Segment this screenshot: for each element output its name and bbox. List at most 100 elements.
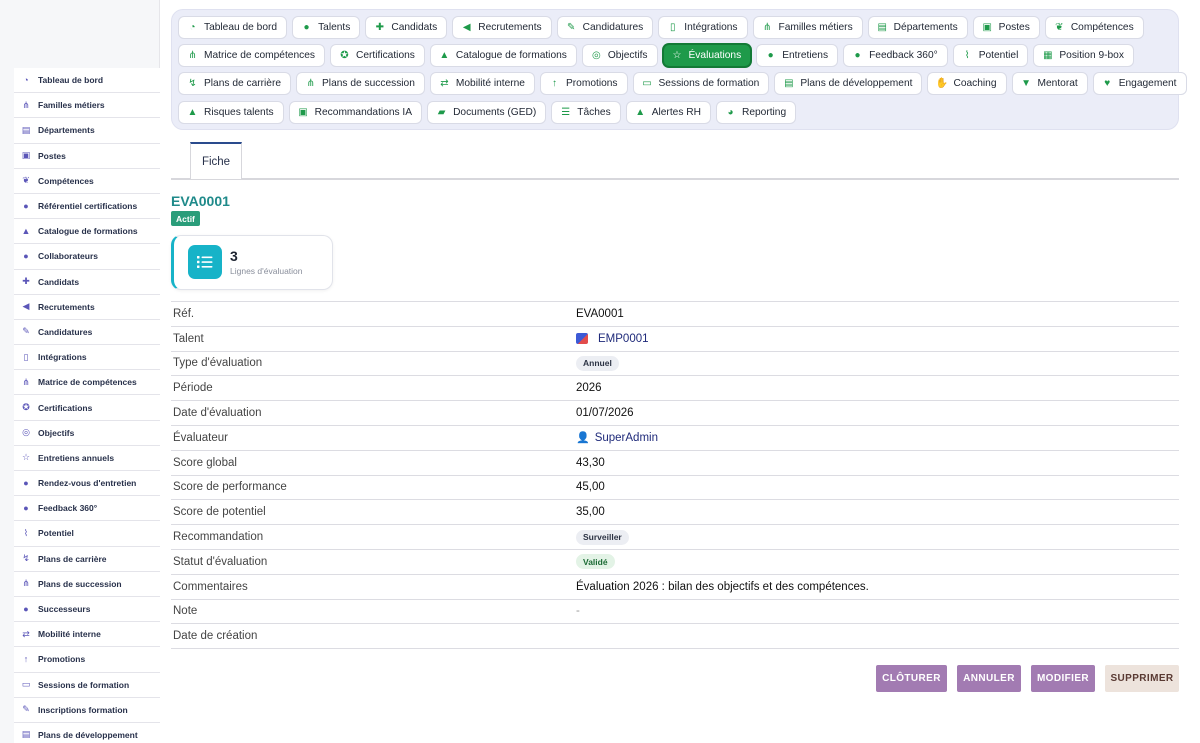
sidebar-item-int-grations[interactable]: ▯ Intégrations [14,345,160,371]
module-matrice-de-competences-button[interactable]: ⋔ Matrice de compétences [178,44,325,68]
module-taches-button[interactable]: ☰ Tâches [551,100,621,124]
delete-button[interactable]: SUPPRIMER [1105,665,1179,692]
module-label: Mobilité interne [455,78,525,90]
star-icon: ☆ [21,452,31,463]
sidebar-item-feedback-360[interactable]: ● Feedback 360° [14,496,160,522]
detail-row: Score global 43,30 [171,451,1179,476]
module-reporting-button[interactable]: ◕ Reporting [715,100,797,124]
users-icon: ● [23,604,29,615]
sidebar-item-d-partements[interactable]: ▤ Départements [14,118,160,144]
tab-fiche[interactable]: Fiche [190,142,242,179]
sidebar-item-label: Départements [38,125,95,136]
sidebar-item-candidatures[interactable]: ✎ Candidatures [14,319,160,346]
module-coaching-button[interactable]: ✋ Coaching [927,72,1007,96]
edit-button[interactable]: MODIFIER [1031,665,1095,692]
detail-row: Score de potentiel 35,00 [171,500,1179,526]
sidebar-item-plans-de-succession[interactable]: ⋔ Plans de succession [14,571,160,597]
sidebar-item-plans-de-d-veloppement[interactable]: ▤ Plans de développement [14,722,160,743]
sidebar-item-promotions[interactable]: ↑ Promotions [14,647,160,673]
sidebar-item-potentiel[interactable]: ⌇ Potentiel [14,521,160,547]
talent-link[interactable]: EMP0001 [598,333,649,345]
module-label: Documents (GED) [453,106,537,118]
cancel-button[interactable]: ANNULER [957,665,1021,692]
sidebar-item-entretiens-annuels[interactable]: ☆ Entretiens annuels [14,445,160,471]
sidebar-item-mobilit-interne[interactable]: ⇄ Mobilité interne [14,622,160,648]
sidebar-item-label: Sessions de formation [38,679,130,690]
sidebar-item-candidats[interactable]: ✚ Candidats [14,269,160,295]
module-documents-ged-button[interactable]: ▰ Documents (GED) [427,100,547,124]
module-sessions-de-formation-button[interactable]: ▭ Sessions de formation [632,72,770,96]
sidebar-item-certifications[interactable]: ✪ Certifications [14,395,160,421]
module-tableau-de-bord-button[interactable]: ◔ Tableau de bord [178,16,288,39]
module-recommandations-ia-button[interactable]: ▣ Recommandations IA [288,100,423,124]
sidebar-item-inscriptions-formation[interactable]: ✎ Inscriptions formation [14,697,160,723]
sidebar-item-recrutements[interactable]: ◀ Recrutements [14,294,160,320]
module-recrutements-button[interactable]: ◀ Recrutements [452,16,552,39]
module-risques-talents-button[interactable]: ▲ Risques talents [178,100,284,124]
module-label: Candidatures [582,22,644,33]
sidebar-item-tableau-de-bord[interactable]: ◔ Tableau de bord [14,68,160,94]
module-candidats-button[interactable]: ✚ Candidats [365,16,448,39]
sidebar-item-collaborateurs[interactable]: ● Collaborateurs [14,244,160,270]
module-integrations-button[interactable]: ▯ Intégrations [658,16,748,39]
sidebar-item-label: Candidatures [38,326,93,337]
sidebar-menu: ◔ Tableau de bord ⋔ Familles métiers ▤ Départ… [14,68,160,743]
module-postes-button[interactable]: ▣ Postes [972,16,1040,39]
detail-label: Type d'évaluation [173,357,263,370]
sidebar-item-matrice-de-comp-tences[interactable]: ⋔ Matrice de compétences [14,370,160,396]
sidebar-item-r-f-rentiel-certifications[interactable]: ● Référentiel certifications [14,193,160,220]
stat-card: 3 Lignes d'évaluation [171,235,333,290]
detail-row: Date de création [171,624,1179,650]
file-signature-icon: ✎ [22,326,30,337]
module-plans-de-carriere-button[interactable]: ↯ Plans de carrière [178,72,292,96]
module-alertes-rh-button[interactable]: ▲ Alertes RH [625,100,711,124]
module-label: Intégrations [684,22,738,33]
module-label: Mentorat [1037,78,1078,90]
sidebar: ◔ Tableau de bord ⋔ Familles métiers ▤ Départ… [0,0,160,743]
id-badge-icon: ▣ [21,150,31,161]
module-talents-button[interactable]: ● Talents [292,16,361,39]
module-promotions-button[interactable]: ↑ Promotions [539,72,628,96]
bell-icon: ▲ [635,106,646,118]
detail-label: Note [173,605,198,618]
module-objectifs-button[interactable]: ◎ Objectifs [581,44,658,68]
module-mentorat-button[interactable]: ▼ Mentorat [1011,72,1088,96]
module-entretiens-button[interactable]: ● Entretiens [756,44,839,68]
module-catalogue-de-formations-button[interactable]: ▲ Catalogue de formations [429,44,577,68]
exchange-icon: ⇄ [22,628,30,639]
module-position-9-box-button[interactable]: ▦ Position 9-box [1033,44,1134,68]
module-mobilite-interne-button[interactable]: ⇄ Mobilité interne [429,72,535,96]
sidebar-item-plans-de-carri-re[interactable]: ↯ Plans de carrière [14,546,160,572]
comments-icon: ● [23,478,29,489]
close-button[interactable]: CLÔTURER [876,665,947,692]
sidebar-item-familles-m-tiers[interactable]: ⋔ Familles métiers [14,93,160,119]
talent-avatar-icon [576,333,588,345]
sidebar-item-successeurs[interactable]: ● Successeurs [14,596,160,623]
module-label: Recommandations IA [314,106,413,118]
module-plans-de-developpement-button[interactable]: ▤ Plans de développement [774,72,923,96]
sidebar-item-postes[interactable]: ▣ Postes [14,143,160,169]
sidebar-item-comp-tences[interactable]: ❦ Compétences [14,168,160,194]
detail-label: Talent [173,332,204,345]
module-departements-button[interactable]: ▤ Départements [867,16,968,39]
module-feedback-360-button[interactable]: ● Feedback 360° [843,44,948,68]
evaluator-link[interactable]: SuperAdmin [595,432,658,444]
value-pill: Surveiller [576,529,629,545]
value-pill: Annuel [576,355,619,371]
comments-icon: ● [767,50,774,62]
module-candidatures-button[interactable]: ✎ Candidatures [556,16,654,39]
detail-label: Date d'évaluation [173,407,262,420]
sidebar-item-sessions-de-formation[interactable]: ▭ Sessions de formation [14,672,160,698]
module-plans-de-succession-button[interactable]: ⋔ Plans de succession [296,72,425,96]
module-competences-button[interactable]: ❦ Compétences [1044,16,1144,39]
detail-value: Évaluation 2026 : bilan des objectifs et… [576,580,869,593]
module-evaluations-button[interactable]: ☆ Évaluations [662,44,752,68]
module-familles-metiers-button[interactable]: ⋔ Familles métiers [752,16,863,39]
sidebar-item-label: Rendez-vous d'entretien [38,478,137,489]
module-potentiel-button[interactable]: ⌇ Potentiel [952,44,1029,68]
module-engagement-button[interactable]: ♥ Engagement [1092,72,1187,96]
module-certifications-button[interactable]: ✪ Certifications [329,44,425,68]
sidebar-item-objectifs[interactable]: ◎ Objectifs [14,420,160,446]
sidebar-item-rendez-vous-d-entretien[interactable]: ● Rendez-vous d'entretien [14,471,160,497]
sidebar-item-catalogue-de-formations[interactable]: ▲ Catalogue de formations [14,219,160,245]
